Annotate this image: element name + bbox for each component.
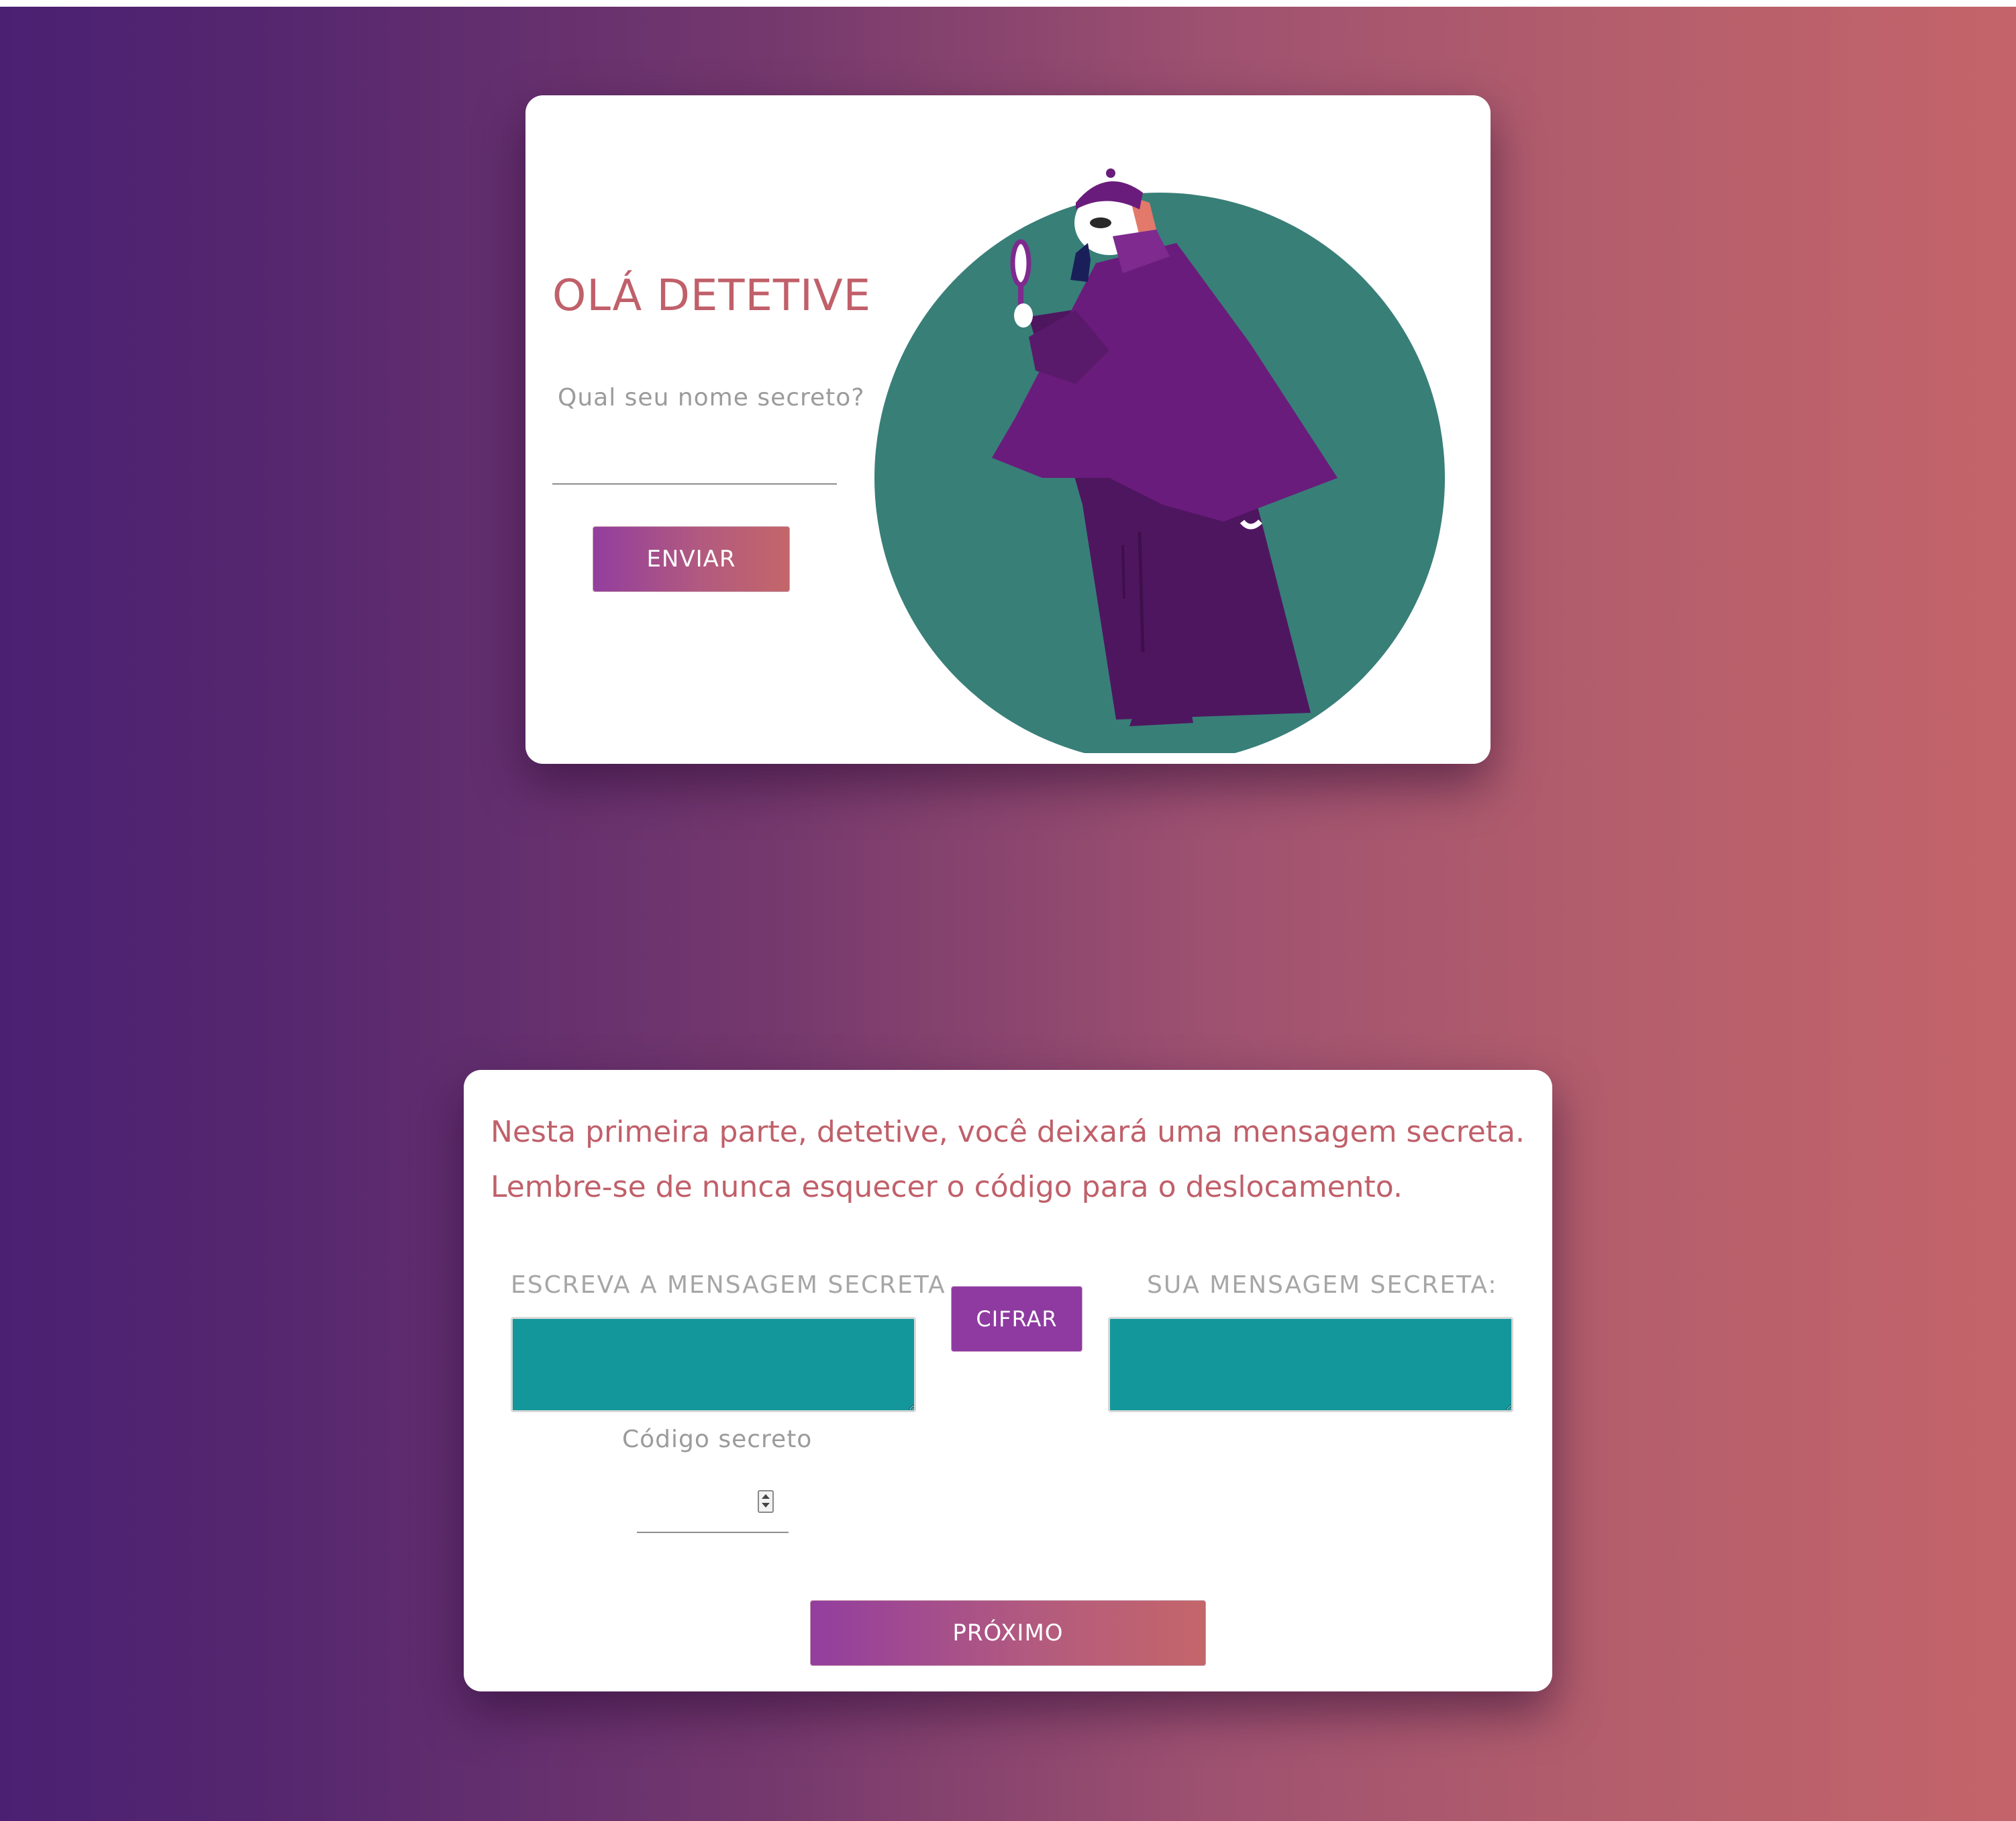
welcome-card: OLÁ DETETIVE Qual seu nome secreto? ENVI… [525, 95, 1491, 764]
detective-illustration [874, 168, 1445, 753]
shoe [1129, 706, 1193, 726]
magnifier-lens [1010, 239, 1031, 287]
secret-code-input[interactable] [637, 1479, 760, 1533]
result-label: SUA MENSAGEM SECRETA: [1147, 1271, 1498, 1299]
welcome-title: OLÁ DETETIVE [552, 271, 872, 321]
secret-code-label: Código secreto [622, 1426, 813, 1453]
number-spinner-icon[interactable] [758, 1490, 774, 1513]
send-button[interactable]: ENVIAR [593, 526, 790, 592]
intro-line: Lembre-se de nunca esquecer o código par… [491, 1170, 1403, 1204]
hand [1014, 303, 1033, 328]
secret-result-textarea[interactable] [1108, 1317, 1513, 1412]
coat-seam [1121, 544, 1125, 599]
secret-name-input[interactable] [552, 417, 837, 485]
intro-text: Nesta primeira parte, detetive, você dei… [491, 1105, 1525, 1215]
spinner-up-icon[interactable] [762, 1494, 770, 1499]
message-label: ESCREVA A MENSAGEM SECRETA [511, 1271, 946, 1299]
cipher-card: Nesta primeira parte, detetive, você dei… [464, 1070, 1552, 1691]
hat-button [1106, 168, 1115, 178]
secret-code-field [637, 1479, 789, 1533]
spinner-down-icon[interactable] [762, 1503, 770, 1508]
secret-name-label: Qual seu nome secreto? [558, 384, 865, 411]
cipher-button[interactable]: CIFRAR [951, 1286, 1082, 1352]
eye [1090, 217, 1111, 228]
intro-line: Nesta primeira parte, detetive, você dei… [491, 1115, 1525, 1149]
next-button[interactable]: PRÓXIMO [810, 1600, 1206, 1666]
secret-message-textarea[interactable] [511, 1317, 916, 1412]
